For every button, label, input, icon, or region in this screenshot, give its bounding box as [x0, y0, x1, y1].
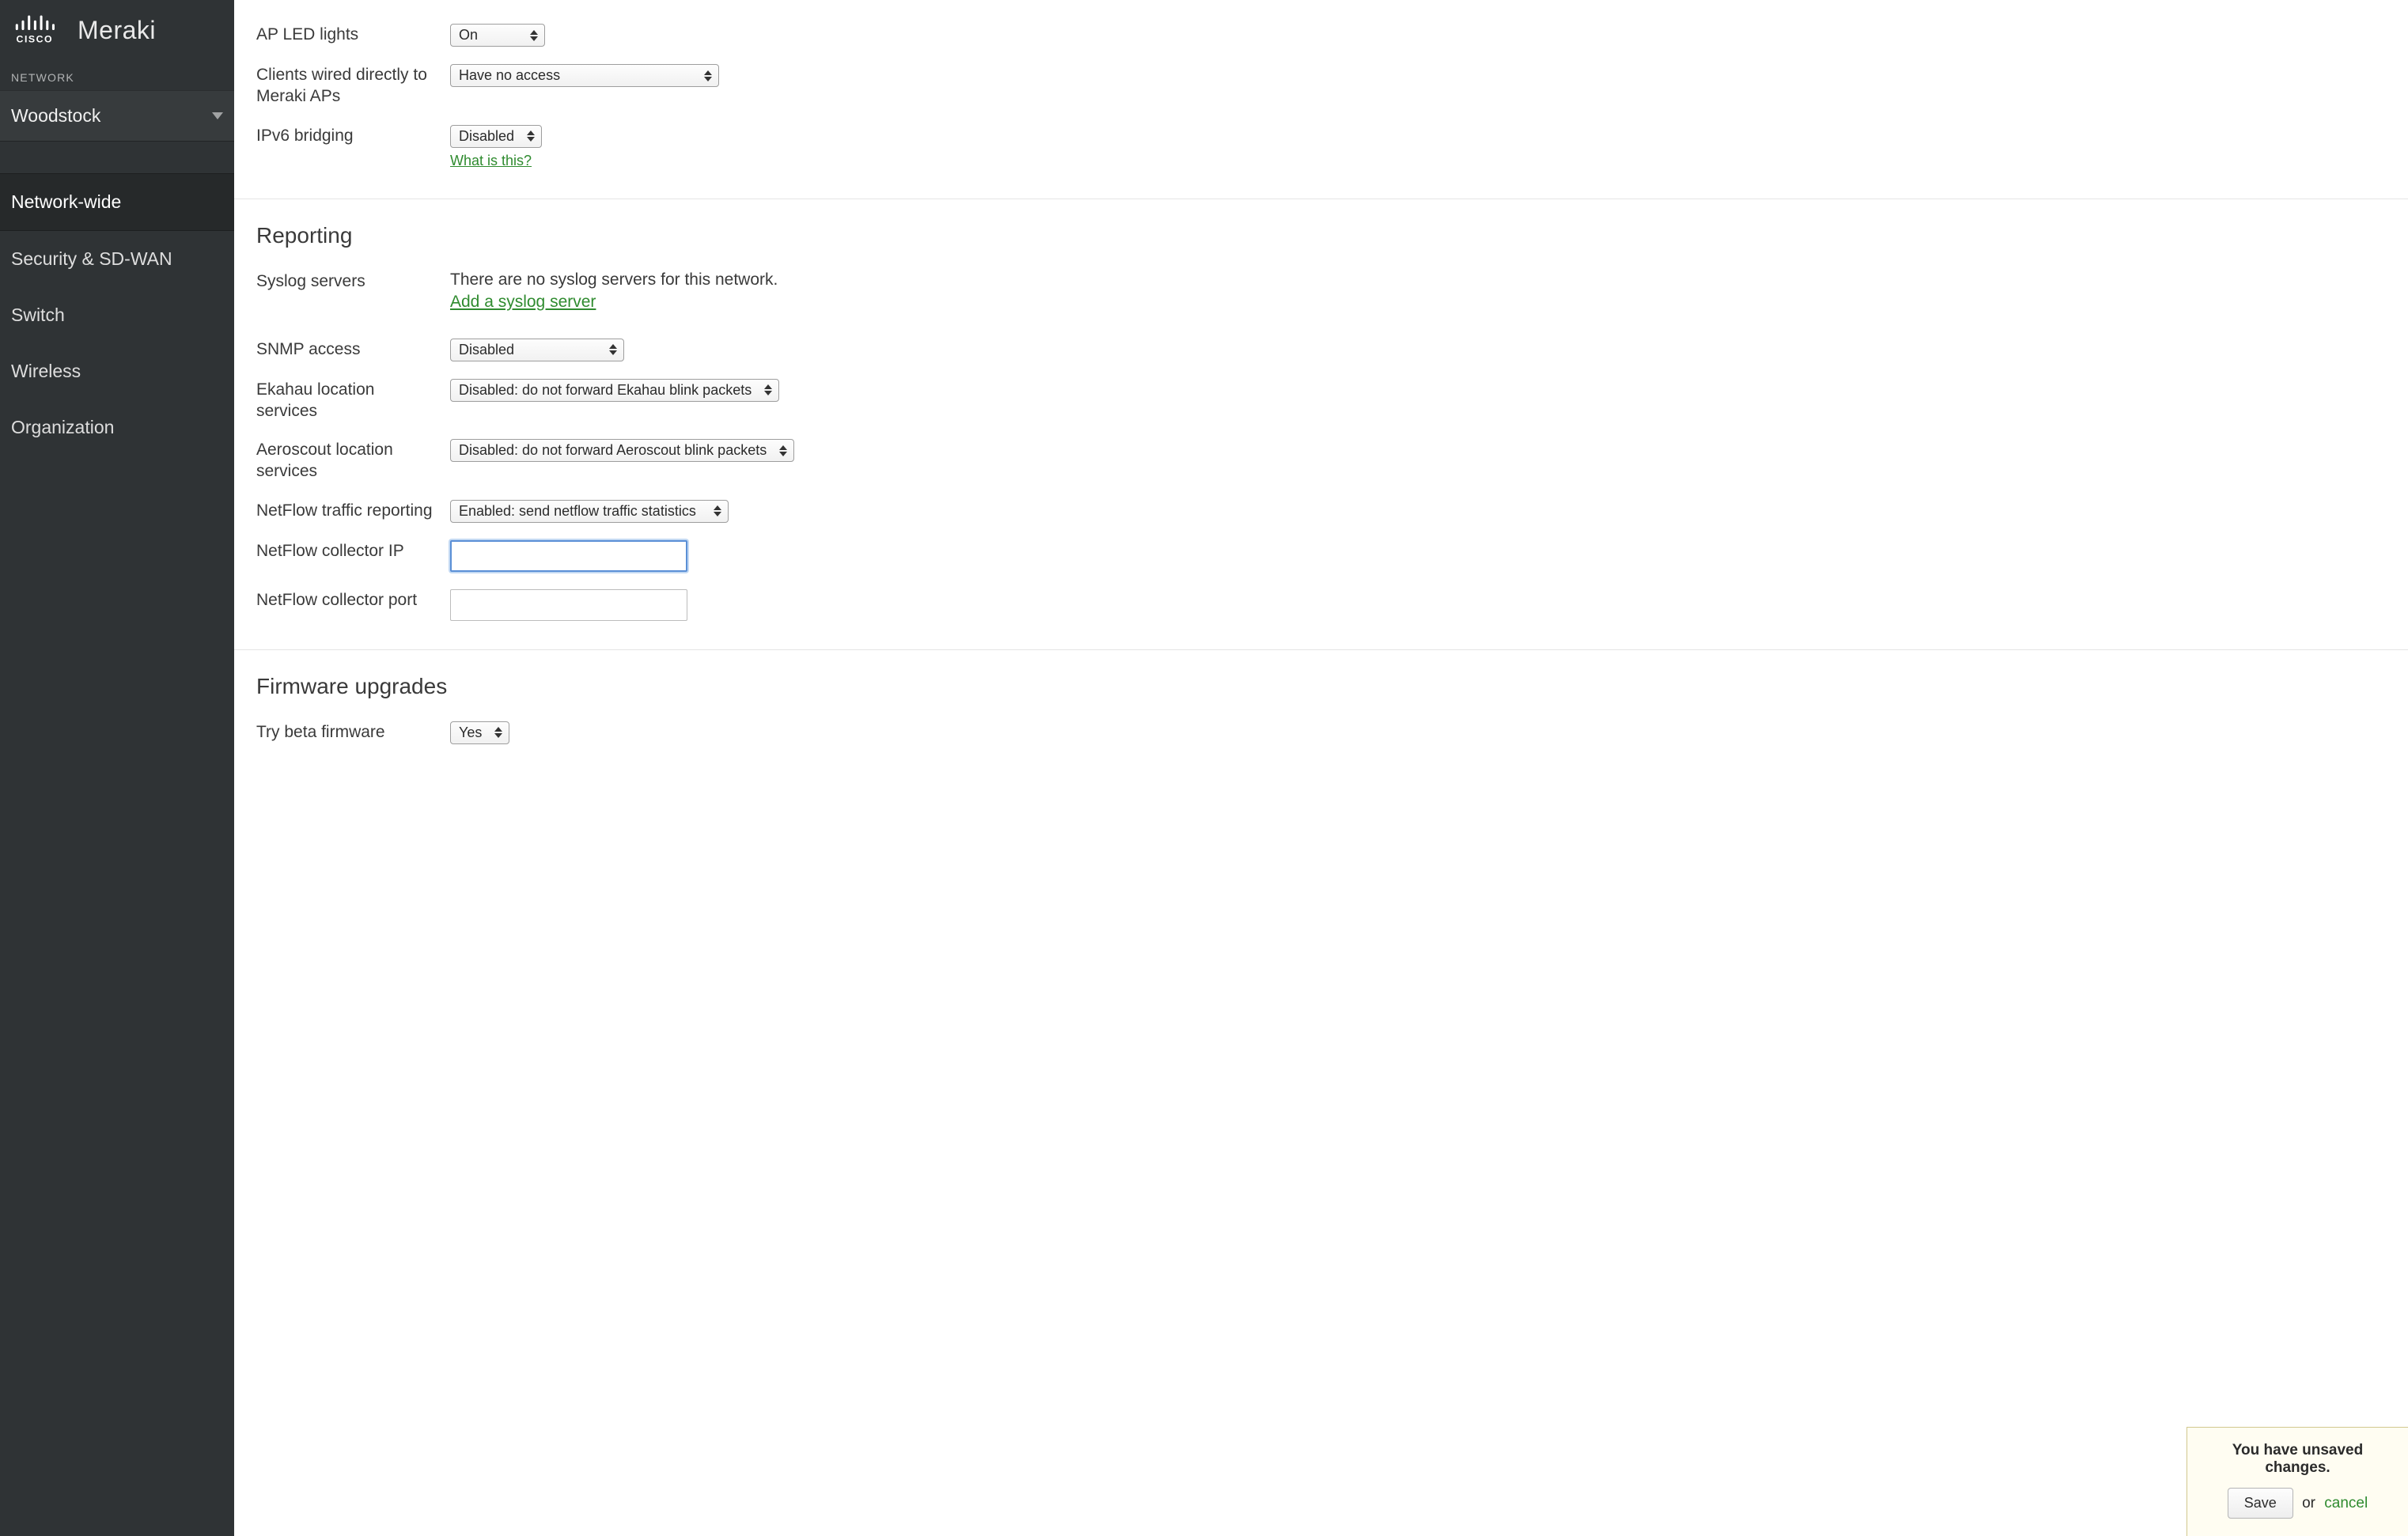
row-ipv6-bridging: IPv6 bridging Disabled What is this?	[256, 114, 2386, 176]
label-syslog-servers: Syslog servers	[256, 271, 450, 292]
label-netflow-ip: NetFlow collector IP	[256, 540, 450, 562]
select-ap-led-lights-value: On	[459, 27, 478, 44]
row-netflow-port: NetFlow collector port	[256, 578, 2386, 627]
link-what-is-this[interactable]: What is this?	[450, 153, 532, 169]
network-label: NETWORK	[0, 68, 234, 90]
brand-block: CISCO Meraki	[0, 0, 234, 68]
select-ekahau-value: Disabled: do not forward Ekahau blink pa…	[459, 382, 752, 399]
select-netflow-reporting-value: Enabled: send netflow traffic statistics	[459, 503, 696, 520]
cisco-logo-icon: CISCO	[11, 14, 66, 46]
label-ap-led-lights: AP LED lights	[256, 24, 450, 45]
label-clients-wired: Clients wired directly to Meraki APs	[256, 64, 450, 108]
select-arrows-icon	[609, 344, 617, 355]
link-add-syslog-server[interactable]: Add a syslog server	[450, 293, 596, 312]
select-ipv6-bridging-value: Disabled	[459, 128, 514, 145]
row-netflow-ip: NetFlow collector IP	[256, 529, 2386, 578]
row-syslog-servers: Syslog servers There are no syslog serve…	[256, 259, 2386, 318]
toast-or-text: or	[2302, 1495, 2315, 1511]
select-snmp-access-value: Disabled	[459, 342, 514, 358]
select-beta-firmware-value: Yes	[459, 724, 482, 741]
select-arrows-icon	[530, 30, 538, 41]
label-snmp-access: SNMP access	[256, 339, 450, 360]
row-aeroscout: Aeroscout location services Disabled: do…	[256, 428, 2386, 489]
input-netflow-port[interactable]	[450, 589, 687, 621]
sidebar-nav: Network-wide Security & SD-WAN Switch Wi…	[0, 173, 234, 456]
save-button[interactable]: Save	[2228, 1488, 2293, 1519]
heading-reporting: Reporting	[256, 199, 2386, 259]
label-netflow-port: NetFlow collector port	[256, 589, 450, 611]
select-arrows-icon	[527, 131, 535, 142]
select-ekahau[interactable]: Disabled: do not forward Ekahau blink pa…	[450, 379, 779, 402]
select-arrows-icon	[779, 445, 787, 456]
input-netflow-ip[interactable]	[450, 540, 687, 572]
toast-title: You have unsaved changes.	[2202, 1442, 2394, 1477]
row-ap-led-lights: AP LED lights On	[256, 13, 2386, 53]
row-ekahau: Ekahau location services Disabled: do no…	[256, 368, 2386, 429]
row-beta-firmware: Try beta firmware Yes	[256, 710, 2386, 751]
heading-firmware: Firmware upgrades	[256, 650, 2386, 710]
network-select[interactable]: Woodstock	[0, 90, 234, 142]
label-ipv6-bridging: IPv6 bridging	[256, 125, 450, 146]
select-aeroscout[interactable]: Disabled: do not forward Aeroscout blink…	[450, 439, 794, 462]
text-syslog-empty: There are no syslog servers for this net…	[450, 271, 2386, 289]
sidebar-item-wireless[interactable]: Wireless	[0, 343, 234, 399]
main-content: AP LED lights On Clients wired directly …	[234, 0, 2408, 1536]
row-clients-wired: Clients wired directly to Meraki APs Hav…	[256, 53, 2386, 114]
unsaved-changes-toast: You have unsaved changes. Save or cancel	[2187, 1427, 2408, 1536]
brand-product-name: Meraki	[78, 16, 156, 45]
label-netflow-reporting: NetFlow traffic reporting	[256, 500, 450, 521]
select-clients-wired[interactable]: Have no access	[450, 64, 719, 87]
svg-text:CISCO: CISCO	[17, 33, 54, 44]
select-arrows-icon	[494, 727, 502, 738]
label-beta-firmware: Try beta firmware	[256, 721, 450, 743]
label-ekahau: Ekahau location services	[256, 379, 450, 422]
select-ipv6-bridging[interactable]: Disabled	[450, 125, 542, 148]
cancel-link[interactable]: cancel	[2324, 1495, 2368, 1511]
select-snmp-access[interactable]: Disabled	[450, 339, 624, 361]
select-arrows-icon	[704, 70, 712, 81]
sidebar: CISCO Meraki NETWORK Woodstock Network-w…	[0, 0, 234, 1536]
row-netflow-reporting: NetFlow traffic reporting Enabled: send …	[256, 489, 2386, 529]
select-netflow-reporting[interactable]: Enabled: send netflow traffic statistics	[450, 500, 729, 523]
sidebar-item-organization[interactable]: Organization	[0, 399, 234, 456]
sidebar-item-security-sdwan[interactable]: Security & SD-WAN	[0, 231, 234, 287]
sidebar-item-network-wide[interactable]: Network-wide	[0, 173, 234, 231]
row-snmp-access: SNMP access Disabled	[256, 318, 2386, 368]
select-arrows-icon	[714, 505, 721, 516]
select-aeroscout-value: Disabled: do not forward Aeroscout blink…	[459, 442, 767, 459]
sidebar-item-switch[interactable]: Switch	[0, 287, 234, 343]
network-name: Woodstock	[11, 105, 100, 127]
chevron-down-icon	[212, 112, 223, 119]
select-clients-wired-value: Have no access	[459, 67, 560, 84]
select-arrows-icon	[764, 384, 772, 395]
select-ap-led-lights[interactable]: On	[450, 24, 545, 47]
label-aeroscout: Aeroscout location services	[256, 439, 450, 482]
select-beta-firmware[interactable]: Yes	[450, 721, 509, 744]
